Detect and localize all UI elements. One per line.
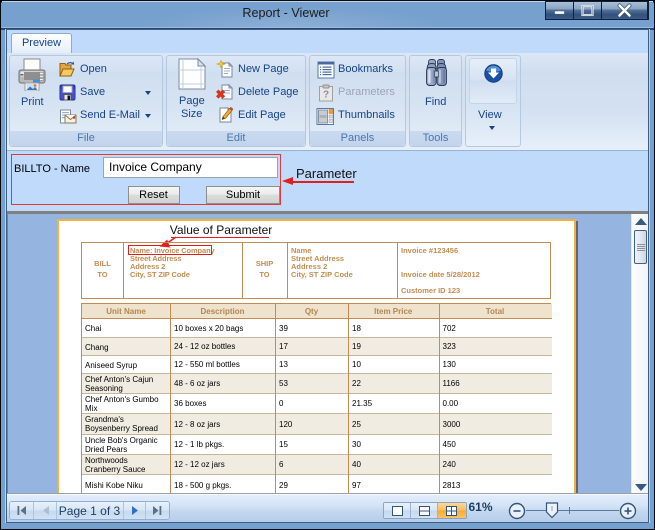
svg-text:?: ? xyxy=(323,90,329,101)
